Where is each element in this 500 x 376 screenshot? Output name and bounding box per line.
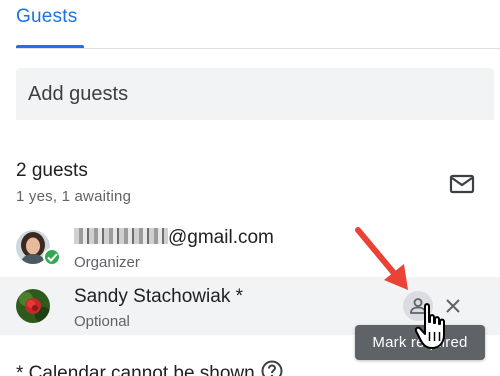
guest-row-organizer[interactable]: @gmail.com Organizer [0, 218, 500, 276]
calendar-footnote: * Calendar cannot be shown [16, 360, 283, 376]
help-icon [261, 360, 283, 376]
accepted-badge [43, 248, 61, 266]
guest-email-domain: @gmail.com [168, 227, 274, 248]
person-icon [410, 298, 426, 314]
guest-name: Sandy Stachowiak * [74, 286, 243, 307]
mark-required-button[interactable] [403, 291, 433, 321]
remove-guest-button[interactable] [438, 291, 468, 321]
mark-required-tooltip: Mark required [355, 325, 485, 360]
tab-guests[interactable]: Guests [16, 6, 77, 28]
redacted-email-user [74, 228, 168, 244]
footnote-text: * Calendar cannot be shown [16, 363, 255, 376]
guests-panel: Guests 2 guests 1 yes, 1 awaiting @gma [0, 0, 500, 376]
guest-count: 2 guests [16, 160, 88, 181]
guest-role: Organizer [74, 254, 140, 271]
help-button[interactable] [261, 360, 283, 376]
guest-response-summary: 1 yes, 1 awaiting [16, 188, 132, 205]
avatar [16, 289, 50, 323]
close-icon [446, 299, 460, 313]
add-guests-input[interactable] [16, 68, 494, 120]
email-guests-button[interactable] [446, 168, 478, 200]
check-icon [46, 252, 58, 262]
email-icon [449, 174, 475, 194]
tab-divider [16, 48, 500, 49]
guest-role: Optional [74, 313, 130, 330]
guest-email: @gmail.com [74, 227, 274, 249]
